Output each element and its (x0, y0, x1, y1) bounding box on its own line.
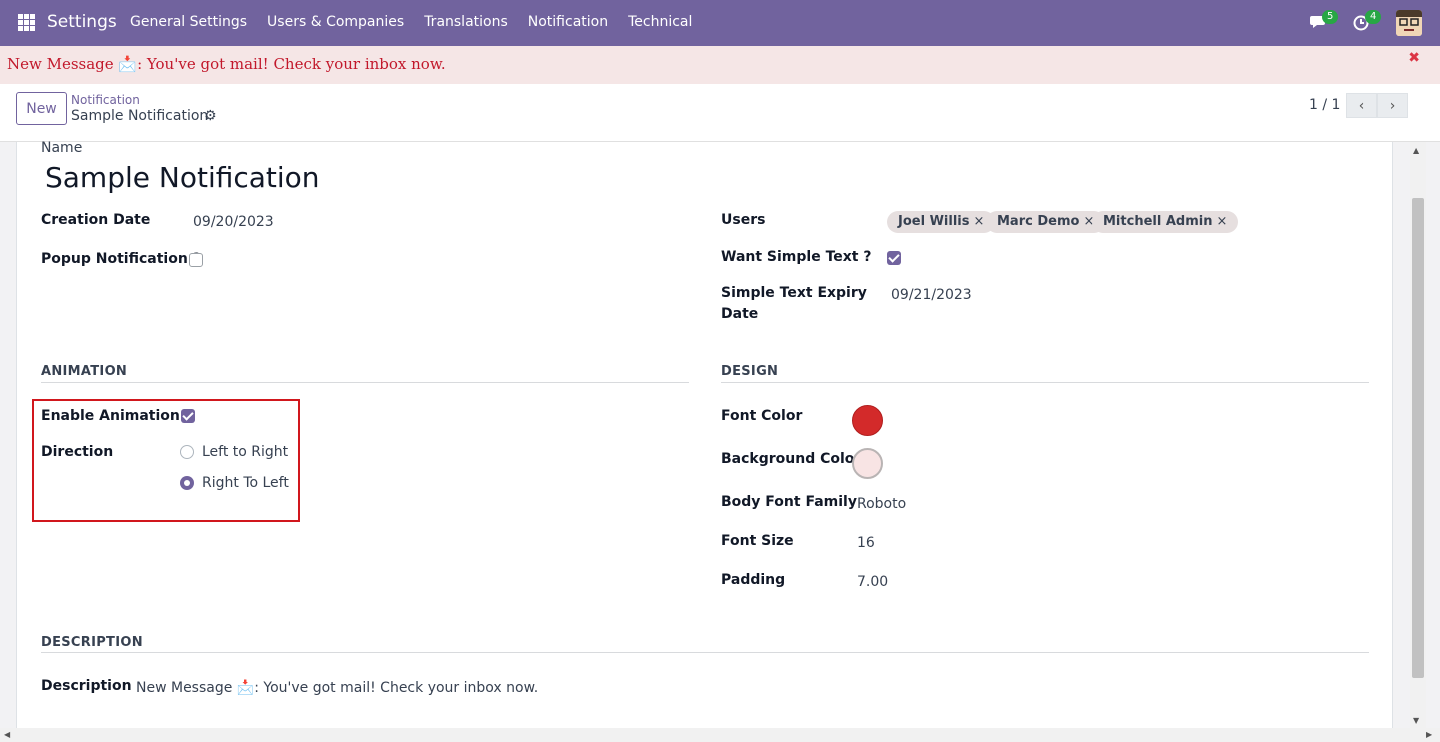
pager-next-button[interactable]: › (1377, 93, 1408, 118)
design-section-title: DESIGN (721, 364, 779, 379)
scroll-up-icon[interactable]: ▲ (1413, 146, 1419, 155)
vertical-scrollbar-thumb[interactable] (1412, 198, 1424, 678)
direction-right-to-left-radio[interactable] (180, 476, 194, 490)
scroll-down-icon[interactable]: ▼ (1413, 716, 1419, 725)
users-label: Users (721, 212, 766, 228)
want-simple-text-checkbox[interactable] (887, 251, 901, 265)
animation-divider (41, 382, 689, 383)
body-font-family-label: Body Font Family (721, 494, 857, 510)
menu-general-settings[interactable]: General Settings (130, 14, 247, 30)
notification-banner: New Message 📩: You've got mail! Check yo… (0, 46, 1440, 84)
menu-technical[interactable]: Technical (628, 14, 692, 30)
font-size-field[interactable]: 16 (857, 535, 875, 551)
design-divider (721, 382, 1369, 383)
enable-animation-checkbox[interactable] (181, 409, 195, 423)
chevron-left-icon: ‹ (1358, 97, 1365, 114)
description-divider (41, 652, 1369, 653)
name-input[interactable]: Sample Notification (45, 161, 320, 194)
want-simple-text-label: Want Simple Text ? (721, 249, 872, 265)
description-section-title: DESCRIPTION (41, 635, 143, 650)
background-color-swatch[interactable] (852, 448, 883, 479)
direction-right-to-left-label[interactable]: Right To Left (202, 475, 289, 491)
font-size-label: Font Size (721, 533, 794, 549)
remove-tag-icon[interactable]: × (1216, 214, 1227, 229)
remove-tag-icon[interactable]: × (973, 214, 984, 229)
chevron-right-icon: › (1389, 97, 1396, 114)
animation-section-title: ANIMATION (41, 364, 128, 379)
background-color-label: Background Color (721, 451, 862, 467)
creation-date-field[interactable]: 09/20/2023 (193, 214, 274, 230)
app-brand[interactable]: Settings (47, 12, 117, 32)
user-tag[interactable]: Mitchell Admin × (1092, 211, 1239, 233)
close-icon[interactable]: ✖ (1408, 50, 1420, 66)
popup-notification-checkbox[interactable] (189, 253, 203, 267)
scroll-right-icon[interactable]: ▶ (1426, 730, 1432, 739)
description-label: Description (41, 678, 132, 694)
creation-date-label: Creation Date (41, 212, 151, 228)
font-color-label: Font Color (721, 408, 803, 424)
simple-text-expiry-field[interactable]: 09/21/2023 (891, 287, 972, 303)
user-tag[interactable]: Marc Demo × (986, 211, 1106, 233)
user-tag-label: Mitchell Admin (1103, 214, 1213, 229)
direction-label: Direction (41, 444, 114, 460)
pager-value[interactable]: 1 / 1 (1309, 97, 1340, 113)
main-menu: General Settings Users & Companies Trans… (130, 14, 712, 30)
simple-text-expiry-label-line2: Date (721, 306, 759, 322)
direction-left-to-right-radio[interactable] (180, 445, 194, 459)
breadcrumb-current: Sample Notification (71, 108, 209, 124)
activity-badge: 4 (1365, 10, 1382, 24)
enable-animation-label: Enable Animation ? (41, 408, 193, 424)
popup-notification-label: Popup Notification ? (41, 251, 201, 267)
apps-grid-icon[interactable] (18, 14, 35, 31)
breadcrumb-parent[interactable]: Notification (71, 93, 140, 107)
horizontal-scrollbar[interactable] (0, 728, 1440, 742)
new-button[interactable]: New (16, 92, 67, 125)
padding-label: Padding (721, 572, 786, 588)
user-avatar[interactable] (1396, 10, 1422, 36)
simple-text-expiry-label: Simple Text Expiry (721, 285, 867, 301)
font-color-swatch[interactable] (852, 405, 883, 436)
pager-previous-button[interactable]: ‹ (1346, 93, 1377, 118)
user-tag[interactable]: Joel Willis × (887, 211, 996, 233)
menu-translations[interactable]: Translations (424, 14, 508, 30)
activity-clock-icon[interactable]: 4 (1353, 10, 1382, 33)
name-label: Name (41, 140, 83, 156)
chat-badge: 5 (1322, 10, 1339, 24)
user-tag-label: Joel Willis (898, 214, 970, 229)
gear-icon[interactable]: ⚙ (204, 108, 217, 124)
body-font-family-field[interactable]: Roboto (857, 496, 906, 512)
description-field[interactable]: New Message 📩: You've got mail! Check yo… (136, 680, 538, 696)
menu-users-companies[interactable]: Users & Companies (267, 14, 404, 30)
direction-left-to-right-label[interactable]: Left to Right (202, 444, 288, 460)
control-panel: New Notification Sample Notification ⚙ 1… (0, 84, 1440, 142)
user-tag-label: Marc Demo (997, 214, 1080, 229)
top-navbar: Settings General Settings Users & Compan… (0, 0, 1440, 46)
menu-notification[interactable]: Notification (528, 14, 608, 30)
padding-field[interactable]: 7.00 (857, 574, 888, 590)
scroll-left-icon[interactable]: ◀ (4, 730, 10, 739)
chat-icon[interactable]: 5 (1310, 10, 1339, 33)
